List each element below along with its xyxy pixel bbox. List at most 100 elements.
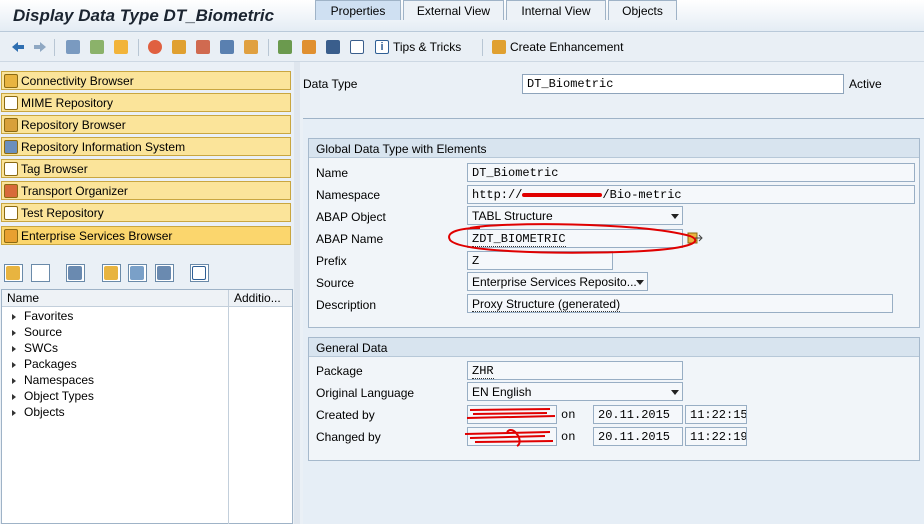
status-text: Active	[849, 77, 882, 91]
namespace-label: Namespace	[316, 188, 381, 202]
tag-browser-button[interactable]: Tag Browser	[1, 159, 291, 178]
changed-by-field[interactable]	[467, 427, 557, 446]
abap-object-label: ABAP Object	[316, 210, 386, 224]
connectivity-browser-button[interactable]: Connectivity Browser	[1, 71, 291, 90]
toolbar-divider	[268, 39, 269, 56]
changed-time-field[interactable]: 11:22:19	[685, 427, 747, 446]
column-divider	[228, 290, 229, 524]
tag-icon	[4, 161, 18, 176]
wand-icon[interactable]	[196, 39, 210, 55]
edit-toggle-icon[interactable]	[66, 39, 80, 55]
toolbar-divider	[138, 39, 139, 56]
created-date-field[interactable]: 20.11.2015	[593, 405, 683, 424]
name-field[interactable]: DT_Biometric	[467, 163, 915, 182]
repository-icon	[4, 117, 18, 132]
description-label: Description	[316, 298, 377, 312]
create-enhancement-button[interactable]: Create Enhancement	[492, 39, 623, 55]
namespace-field[interactable]: http:// /Bio-metric	[467, 185, 915, 204]
mime-icon	[4, 95, 18, 110]
tab-external-view[interactable]: External View	[403, 0, 504, 20]
close-tree-icon[interactable]	[155, 264, 174, 282]
changed-date-field[interactable]: 20.11.2015	[593, 427, 683, 446]
repository-info-system-button[interactable]: Repository Information System	[1, 137, 291, 156]
info-icon: i	[375, 40, 389, 54]
tree-node-object-types[interactable]: Object Types	[12, 389, 94, 403]
back-icon[interactable]	[10, 39, 26, 55]
info-system-icon	[4, 139, 18, 154]
enterprise-services-browser-button[interactable]: Enterprise Services Browser	[1, 226, 291, 245]
structure-icon[interactable]	[220, 39, 234, 55]
tab-internal-view[interactable]: Internal View	[506, 0, 606, 20]
toolbar-divider	[482, 39, 483, 56]
redaction-mark	[522, 192, 603, 197]
open-folder-icon[interactable]	[4, 264, 23, 282]
where-used-icon[interactable]	[148, 39, 162, 55]
navigate-object-icon[interactable]	[687, 230, 703, 246]
tree-header: Name Additio...	[2, 290, 292, 307]
connectivity-icon	[4, 73, 18, 88]
forward-icon[interactable]	[32, 39, 48, 55]
namespace-prefix: http://	[472, 188, 523, 202]
tips-button[interactable]: i Tips & Tricks	[375, 39, 461, 55]
created-on-label: on	[561, 408, 576, 422]
tree-node-namespaces[interactable]: Namespaces	[12, 373, 94, 387]
layout-icon[interactable]	[278, 39, 292, 55]
list-icon[interactable]	[66, 264, 85, 282]
created-by-field[interactable]	[467, 405, 557, 424]
language-label: Original Language	[316, 386, 415, 400]
source-label: Source	[316, 276, 355, 290]
chevron-down-icon[interactable]	[671, 214, 679, 219]
chevron-down-icon[interactable]	[671, 390, 679, 395]
transport-organizer-button[interactable]: Transport Organizer	[1, 181, 291, 200]
abap-object-dropdown[interactable]: TABL Structure	[467, 206, 683, 225]
application-toolbar: i Tips & Tricks Create Enhancement	[0, 33, 924, 62]
tab-properties[interactable]: Properties	[315, 0, 401, 20]
test-repository-button[interactable]: Test Repository	[1, 203, 291, 222]
tree-node-favorites[interactable]: Favorites	[12, 309, 73, 323]
new-document-icon[interactable]	[31, 264, 50, 282]
source-dropdown[interactable]: Enterprise Services Reposito...	[467, 272, 648, 291]
description-field[interactable]: Proxy Structure (generated)	[467, 294, 893, 313]
package-field[interactable]: ZHR	[467, 361, 683, 380]
language-dropdown[interactable]: EN English	[467, 382, 683, 401]
check-icon[interactable]	[90, 39, 104, 55]
tree-node-source[interactable]: Source	[12, 325, 62, 339]
transport-icon	[4, 183, 18, 198]
align-icon[interactable]	[326, 39, 340, 55]
prefix-label: Prefix	[316, 254, 347, 268]
data-type-field[interactable]: DT_Biometric	[522, 74, 844, 94]
enterprise-icon	[4, 228, 18, 243]
column-addition: Additio...	[234, 291, 281, 305]
panel-splitter[interactable]	[294, 62, 300, 524]
changed-by-label: Changed by	[316, 430, 381, 444]
repository-browser-button[interactable]: Repository Browser	[1, 115, 291, 134]
window-title: Display Data Type DT_Biometric	[13, 6, 275, 25]
test-icon	[4, 205, 18, 220]
group-title: Global Data Type with Elements	[309, 139, 919, 158]
group-title: General Data	[309, 338, 919, 357]
enhancement-icon	[492, 40, 506, 54]
hierarchy-icon[interactable]	[172, 39, 186, 55]
tree-node-objects[interactable]: Objects	[12, 405, 65, 419]
toolbar-divider	[54, 39, 55, 56]
refresh-icon[interactable]	[128, 264, 147, 282]
created-by-label: Created by	[316, 408, 375, 422]
tree-info-icon[interactable]	[190, 264, 209, 282]
abap-name-field[interactable]: ZDT_BIOMETRIC	[467, 229, 683, 248]
tree-icon[interactable]	[302, 39, 316, 55]
navigate-icon[interactable]	[244, 39, 258, 55]
data-type-label: Data Type	[303, 77, 358, 91]
name-label: Name	[316, 166, 349, 180]
tree-node-swcs[interactable]: SWCs	[12, 341, 58, 355]
display-icon[interactable]	[350, 39, 364, 55]
prefix-field[interactable]: Z	[467, 251, 613, 270]
column-name: Name	[7, 291, 40, 305]
created-time-field[interactable]: 11:22:15	[685, 405, 747, 424]
tree-node-packages[interactable]: Packages	[12, 357, 77, 371]
activate-icon[interactable]	[114, 39, 128, 55]
chevron-down-icon[interactable]	[636, 280, 644, 285]
expand-icon[interactable]	[102, 264, 121, 282]
tab-objects[interactable]: Objects	[608, 0, 677, 20]
package-label: Package	[316, 364, 363, 378]
mime-repository-button[interactable]: MIME Repository	[1, 93, 291, 112]
